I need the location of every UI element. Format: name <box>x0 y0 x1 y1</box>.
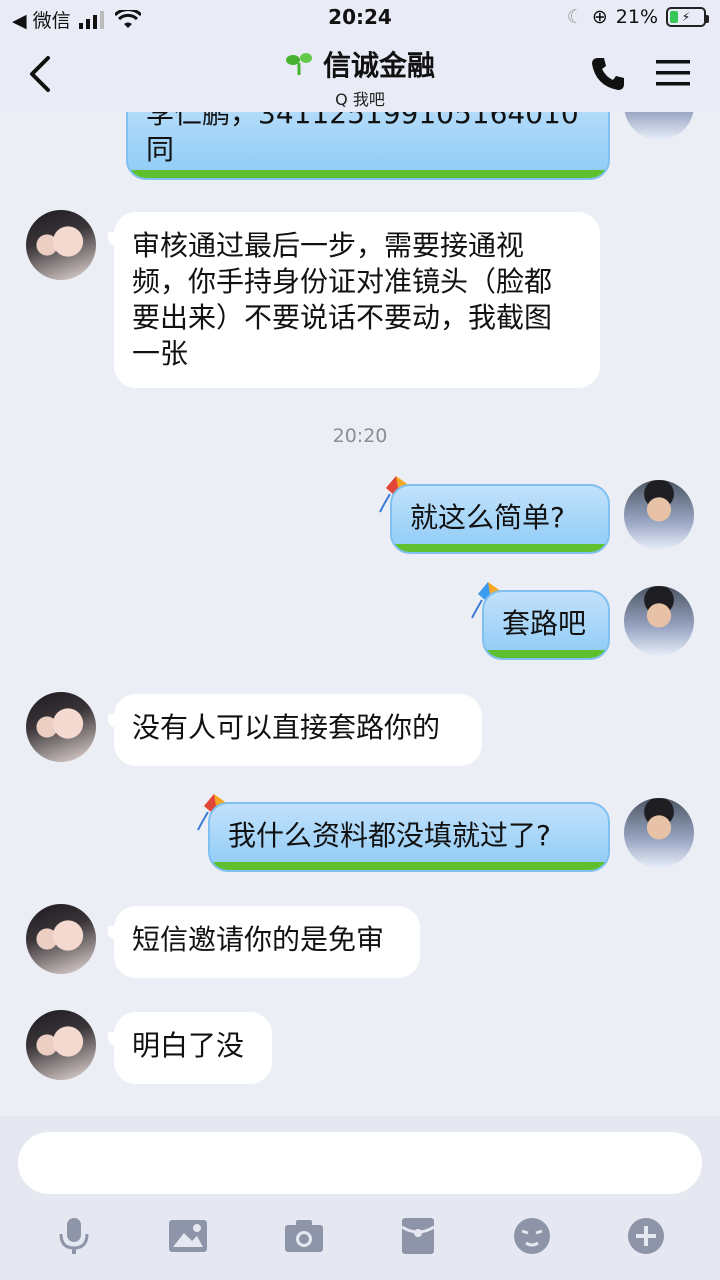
message-bubble-outgoing[interactable]: 就这么简单? <box>390 484 610 554</box>
phone-call-icon[interactable] <box>588 54 628 94</box>
message-bubble-outgoing[interactable]: 套路吧 <box>482 590 610 660</box>
message-bubble-incoming[interactable]: 短信邀请你的是免审 <box>114 906 420 978</box>
message-bubble-incoming[interactable]: 明白了没 <box>114 1012 272 1084</box>
camera-icon[interactable] <box>282 1214 326 1258</box>
avatar[interactable] <box>26 904 96 974</box>
chat-messages[interactable]: 李仁鹏，341125199105164010同 意声明 审核通过最后一步，需要接… <box>0 112 720 1116</box>
microphone-icon[interactable] <box>52 1214 96 1258</box>
chat-title: 信诚金融 <box>285 44 435 84</box>
chat-header: 信诚金融 Q 我吧 <box>0 36 720 112</box>
input-area <box>0 1116 720 1280</box>
red-packet-icon[interactable] <box>396 1214 440 1258</box>
avatar[interactable] <box>26 692 96 762</box>
avatar[interactable] <box>624 480 694 550</box>
message-bubble-incoming[interactable]: 审核通过最后一步，需要接通视 频，你手持身份证对准镜头（脸都 要出来）不要说话不… <box>114 212 600 388</box>
avatar[interactable] <box>624 586 694 656</box>
plus-icon[interactable] <box>624 1214 668 1258</box>
avatar[interactable] <box>624 112 694 140</box>
message-bubble-incoming[interactable]: 没有人可以直接套路你的 <box>114 694 482 766</box>
status-bar: ◀ 微信 20:24 ☾ ⊕ 21% ⚡ <box>0 0 720 36</box>
sprout-icon <box>285 53 312 75</box>
battery-icon: ⚡ <box>666 7 709 27</box>
rotation-lock-icon: ⊕ <box>591 6 608 28</box>
moon-icon: ☾ <box>566 6 584 28</box>
message-bubble-outgoing[interactable]: 李仁鹏，341125199105164010同 意声明 <box>126 112 610 180</box>
timestamp-separator: 20:20 <box>332 425 388 447</box>
menu-icon[interactable] <box>656 58 690 88</box>
avatar[interactable] <box>624 798 694 868</box>
avatar[interactable] <box>26 210 96 280</box>
input-toolbar <box>0 1214 720 1258</box>
image-icon[interactable] <box>166 1214 210 1258</box>
battery-percent: 21% <box>615 6 658 28</box>
message-bubble-outgoing[interactable]: 我什么资料都没填就过了? <box>208 802 610 872</box>
chat-title-text: 信诚金融 <box>322 49 435 82</box>
message-input[interactable] <box>18 1132 702 1194</box>
avatar[interactable] <box>26 1010 96 1080</box>
emoji-icon[interactable] <box>510 1214 554 1258</box>
